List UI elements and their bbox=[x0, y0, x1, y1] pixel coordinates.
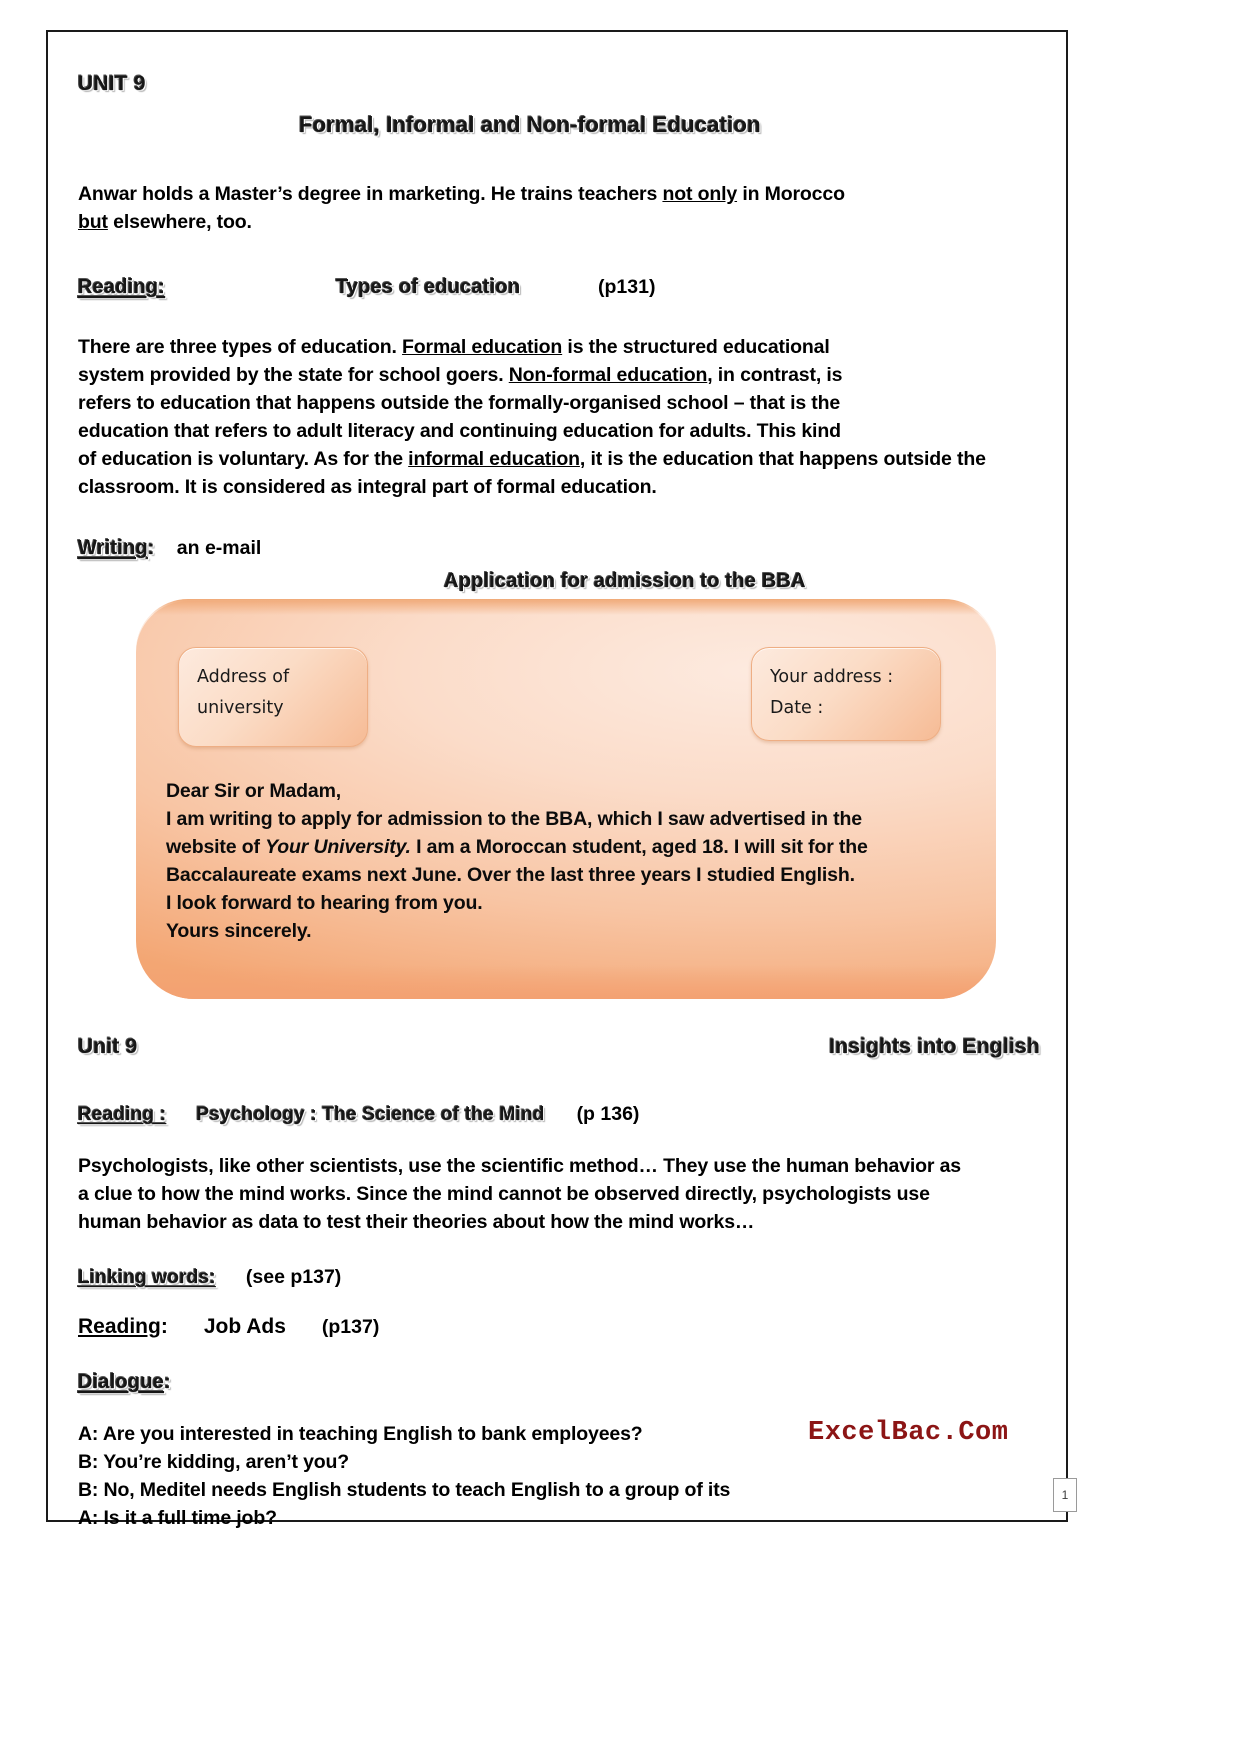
reading-job-ads-title: Job Ads bbox=[203, 1315, 286, 1338]
psy-line-1: Psychologists, like other scientists, us… bbox=[78, 1155, 961, 1177]
intro-line-2: but elsewhere, too. bbox=[78, 208, 1040, 236]
linking-words-page-ref: (see p137) bbox=[245, 1266, 342, 1288]
section-header-row: Unit 9 Insights into English bbox=[78, 1035, 1040, 1059]
page-number: 1 bbox=[1053, 1478, 1077, 1512]
address-left-line-2: university bbox=[197, 698, 284, 718]
dialogue-label: Dialogue bbox=[78, 1371, 165, 1393]
letter-body: Dear Sir or Madam, I am writing to apply… bbox=[166, 777, 966, 945]
dialogue-line-2: B: You’re kidding, aren’t you? bbox=[78, 1451, 350, 1473]
intro-line-1: Anwar holds a Master’s degree in marketi… bbox=[78, 180, 1040, 208]
reading-job-ads-page-ref: (p137) bbox=[321, 1316, 380, 1338]
reading-types-label: Reading: bbox=[78, 276, 166, 298]
term-informal-education: informal education bbox=[408, 448, 580, 470]
intro-emphasis-not-only: not only bbox=[662, 183, 738, 205]
psy-line-3: human behavior as data to test their the… bbox=[78, 1211, 755, 1233]
your-address-date-box: Your address : Date : bbox=[751, 647, 941, 741]
types-text-4: , in contrast, is bbox=[707, 364, 843, 386]
dialogue-colon: : bbox=[164, 1371, 171, 1393]
term-non-formal-education: Non-formal education bbox=[508, 364, 708, 386]
intro-text-c: elsewhere, too. bbox=[107, 211, 252, 233]
address-right-line-2: Date : bbox=[770, 698, 824, 718]
writing-heading-row: Writing: an e-mail bbox=[78, 537, 1040, 560]
intro-text-b: in Morocco bbox=[737, 183, 845, 205]
linking-words-row: Linking words: (see p137) bbox=[78, 1266, 1040, 1289]
dialogue-line-3: B: No, Meditel needs English students to… bbox=[78, 1479, 731, 1501]
dialogue-heading: Dialogue: bbox=[78, 1371, 1040, 1394]
reading-psychology-heading-row: Reading : Psychology : The Science of th… bbox=[78, 1103, 1040, 1126]
reading-psychology-paragraph: Psychologists, like other scientists, us… bbox=[78, 1152, 1040, 1236]
address-of-university-box: Address of university bbox=[178, 647, 368, 747]
section-book-title: Insights into English bbox=[829, 1035, 1040, 1058]
reading-psychology-label: Reading : bbox=[78, 1104, 167, 1125]
types-line-5: of education is voluntary. As for the in… bbox=[78, 445, 1040, 473]
letter-text-a: website of bbox=[166, 836, 266, 858]
page-title: Formal, Informal and Non-formal Educatio… bbox=[299, 112, 761, 137]
types-text-6: , it is the education that happens outsi… bbox=[579, 448, 986, 470]
address-right-line-1: Your address : bbox=[770, 667, 894, 687]
reading-types-page-ref: (p131) bbox=[598, 276, 656, 298]
types-text-5: of education is voluntary. As for the bbox=[78, 448, 409, 470]
types-line-3: refers to education that happens outside… bbox=[78, 392, 841, 414]
letter-line-salutation: Dear Sir or Madam, bbox=[166, 780, 342, 802]
email-template-box: Address of university Your address : Dat… bbox=[136, 599, 996, 999]
reading-psychology-title: Psychology : The Science of the Mind bbox=[196, 1104, 545, 1125]
types-text-1: There are three types of education. bbox=[78, 336, 403, 358]
term-formal-education: Formal education bbox=[402, 336, 563, 358]
letter-line-4: I look forward to hearing from you. bbox=[166, 892, 483, 914]
dialogue-line-4: A: Is it a full time job? bbox=[78, 1507, 277, 1529]
types-line-2: system provided by the state for school … bbox=[78, 361, 1040, 389]
reading-types-heading-row: Reading: Types of education (p131) bbox=[78, 276, 1040, 299]
letter-line-2: website of Your University. I am a Moroc… bbox=[166, 833, 966, 861]
types-text-3: system provided by the state for school … bbox=[78, 364, 509, 386]
writing-value: an e-mail bbox=[176, 537, 262, 559]
reading-job-ads-colon: : bbox=[160, 1315, 168, 1338]
document-content: UNIT 9 Formal, Informal and Non-formal E… bbox=[78, 72, 1040, 1532]
watermark-excelbac: ExcelBac.Com bbox=[808, 1418, 1009, 1448]
reading-job-ads-label: Reading bbox=[78, 1315, 161, 1338]
letter-line-closing: Yours sincerely. bbox=[166, 920, 312, 942]
application-title: Application for admission to the BBA bbox=[444, 570, 806, 592]
reading-types-title: Types of education bbox=[336, 276, 521, 298]
letter-line-3: Baccalaureate exams next June. Over the … bbox=[166, 864, 855, 886]
letter-university-placeholder: Your University. bbox=[265, 836, 411, 858]
address-left-line-1: Address of bbox=[197, 667, 290, 687]
writing-label: Writing bbox=[78, 537, 148, 559]
reading-types-paragraph: There are three types of education. Form… bbox=[78, 333, 1040, 501]
intro-paragraph: Anwar holds a Master’s degree in marketi… bbox=[78, 180, 1040, 236]
section-unit-label: Unit 9 bbox=[78, 1035, 138, 1058]
unit-label: UNIT 9 bbox=[78, 72, 146, 95]
reading-psychology-page-ref: (p 136) bbox=[576, 1103, 640, 1125]
types-text-2: is the structured educational bbox=[562, 336, 830, 358]
intro-text-a: Anwar holds a Master’s degree in marketi… bbox=[78, 183, 663, 205]
types-line-1: There are three types of education. Form… bbox=[78, 333, 1040, 361]
linking-words-label: Linking words: bbox=[78, 1267, 216, 1288]
intro-emphasis-but: but bbox=[78, 211, 108, 233]
letter-text-b: I am a Moroccan student, aged 18. I will… bbox=[410, 836, 868, 858]
reading-job-ads-row: Reading: Job Ads (p137) bbox=[78, 1315, 1040, 1339]
psy-line-2: a clue to how the mind works. Since the … bbox=[78, 1183, 930, 1205]
types-line-4: education that refers to adult literacy … bbox=[78, 420, 841, 442]
writing-colon: : bbox=[147, 537, 155, 559]
types-line-6: classroom. It is considered as integral … bbox=[78, 476, 657, 498]
letter-line-1: I am writing to apply for admission to t… bbox=[166, 808, 862, 830]
document-page: UNIT 9 Formal, Informal and Non-formal E… bbox=[0, 0, 1240, 1754]
